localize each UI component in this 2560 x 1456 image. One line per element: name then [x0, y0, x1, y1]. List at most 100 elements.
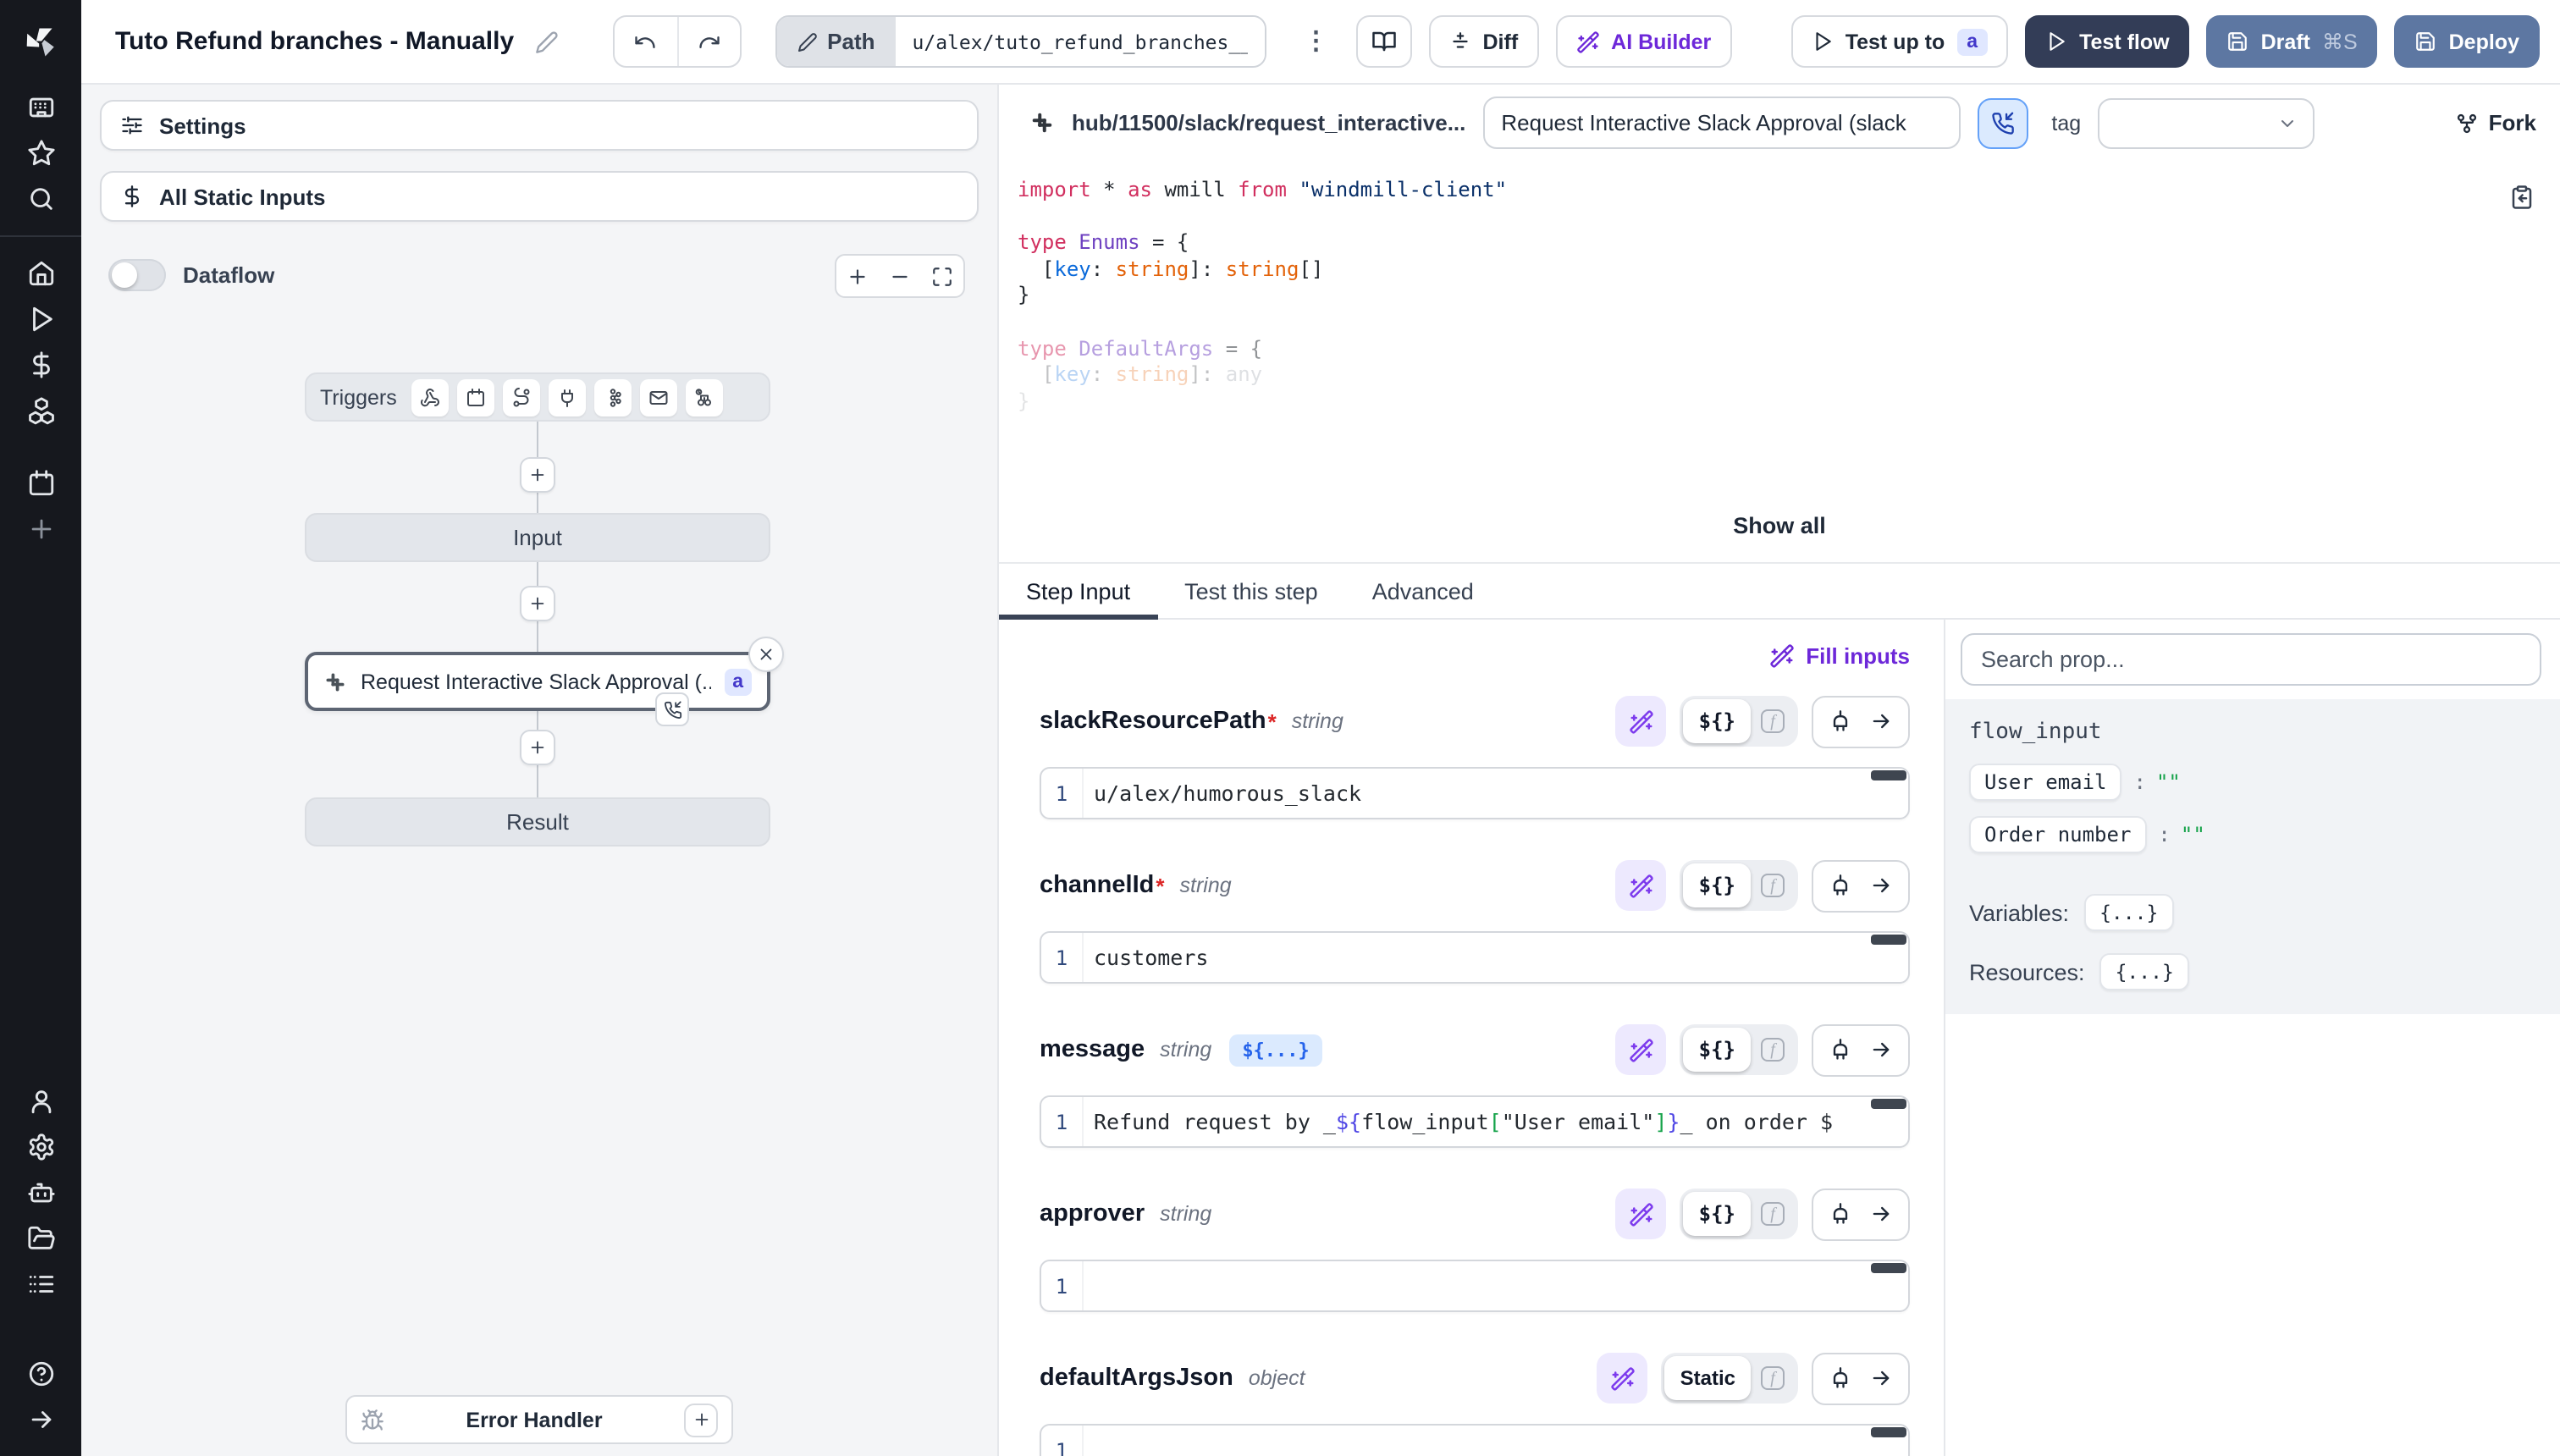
- step-code-preview[interactable]: import * as wmill from "windmill-client"…: [999, 161, 2560, 562]
- remove-step-button[interactable]: [748, 637, 784, 672]
- variables-dollar-icon[interactable]: [0, 342, 81, 388]
- editor-scrollbar-thumb[interactable]: [1871, 1099, 1906, 1109]
- windmill-logo-icon[interactable]: [0, 0, 81, 85]
- fork-button[interactable]: Fork: [2455, 110, 2536, 135]
- ai-fill-field-button[interactable]: [1616, 696, 1667, 747]
- favorites-star-icon[interactable]: [0, 130, 81, 176]
- resources-row[interactable]: Resources: {...}: [1969, 953, 2536, 990]
- variables-row[interactable]: Variables: {...}: [1969, 894, 2536, 931]
- workspace-icon[interactable]: [0, 85, 81, 130]
- suspend-approval-toggle-button[interactable]: [1977, 97, 2028, 148]
- field-value-editor[interactable]: 1Refund request by _${flow_input["User e…: [1040, 1095, 1910, 1148]
- editor-scrollbar-thumb[interactable]: [1871, 770, 1906, 780]
- prop-row-user-email[interactable]: User email:"": [1969, 764, 2536, 801]
- schedule-trigger-icon[interactable]: [458, 378, 495, 416]
- hub-script-path[interactable]: hub/11500/slack/request_interactive...: [1072, 110, 1465, 135]
- javascript-expr-mode-icon[interactable]: f: [1751, 1356, 1795, 1400]
- email-trigger-icon[interactable]: [641, 378, 678, 416]
- zoom-out-button[interactable]: [879, 256, 921, 296]
- add-step-after-button[interactable]: [520, 730, 555, 765]
- runs-play-icon[interactable]: [0, 296, 81, 342]
- tab-advanced[interactable]: Advanced: [1345, 564, 1501, 618]
- prop-row-order-number[interactable]: Order number:"": [1969, 816, 2536, 853]
- show-all-button[interactable]: Show all: [999, 513, 2560, 538]
- redo-button[interactable]: [676, 17, 739, 66]
- ai-builder-button[interactable]: AI Builder: [1555, 15, 1731, 68]
- field-value-editor[interactable]: 1u/alex/humorous_slack: [1040, 767, 1910, 819]
- field-value[interactable]: Refund request by _${flow_input["User em…: [1084, 1097, 1908, 1146]
- input-mode-active-chip[interactable]: ${}: [1684, 863, 1751, 907]
- suspend-approval-phone-icon[interactable]: [655, 692, 689, 726]
- help-question-icon[interactable]: [0, 1351, 81, 1397]
- field-value-editor[interactable]: 1customers: [1040, 931, 1910, 984]
- field-value-editor[interactable]: 1: [1040, 1260, 1910, 1312]
- input-mode-active-chip[interactable]: ${}: [1684, 699, 1751, 743]
- copy-code-icon[interactable]: [2509, 185, 2535, 210]
- prop-key-pill[interactable]: User email: [1969, 764, 2122, 801]
- tag-select[interactable]: [2098, 97, 2314, 148]
- schedules-calendar-icon[interactable]: [0, 461, 81, 506]
- folders-icon[interactable]: [0, 1216, 81, 1261]
- javascript-expr-mode-icon[interactable]: f: [1751, 1192, 1795, 1236]
- input-mode-active-chip[interactable]: ${}: [1684, 1192, 1751, 1236]
- all-static-inputs-button[interactable]: All Static Inputs: [100, 171, 979, 222]
- connect-input-buttons[interactable]: [1812, 1352, 1910, 1404]
- resources-boxes-icon[interactable]: [0, 388, 81, 433]
- ai-fill-field-button[interactable]: [1597, 1353, 1648, 1404]
- ai-bot-icon[interactable]: [0, 1170, 81, 1216]
- kafka-trigger-icon[interactable]: [595, 378, 632, 416]
- test-up-to-button[interactable]: Test up to a: [1791, 15, 2008, 68]
- docs-book-button[interactable]: [1356, 15, 1412, 68]
- draft-button[interactable]: Draft ⌘S: [2207, 15, 2378, 68]
- webhook-trigger-icon[interactable]: [412, 378, 450, 416]
- ai-fill-field-button[interactable]: [1616, 1024, 1667, 1075]
- add-step-above-input-button[interactable]: [520, 457, 555, 493]
- editor-scrollbar-thumb[interactable]: [1871, 935, 1906, 945]
- poll-trigger-icon[interactable]: [687, 378, 724, 416]
- prop-search-input[interactable]: [1961, 633, 2541, 686]
- connect-input-buttons[interactable]: [1812, 859, 1910, 912]
- triggers-bar[interactable]: Triggers: [305, 372, 770, 422]
- tab-test-this-step[interactable]: Test this step: [1157, 564, 1345, 618]
- search-icon[interactable]: [0, 176, 81, 222]
- undo-button[interactable]: [614, 17, 676, 66]
- javascript-expr-mode-icon[interactable]: f: [1751, 1028, 1795, 1072]
- fill-inputs-button[interactable]: Fill inputs: [1768, 643, 1910, 668]
- step-summary-input[interactable]: [1482, 97, 1960, 149]
- settings-gear-icon[interactable]: [0, 1124, 81, 1170]
- account-user-icon[interactable]: [0, 1078, 81, 1124]
- websocket-trigger-icon[interactable]: [549, 378, 587, 416]
- fit-view-button[interactable]: [921, 256, 963, 296]
- more-menu-kebab-icon[interactable]: ⋮: [1294, 33, 1339, 50]
- flow-input-root[interactable]: flow_input: [1969, 720, 2536, 745]
- selected-step-node[interactable]: Request Interactive Slack Approval (... …: [305, 652, 770, 711]
- flow-settings-button[interactable]: Settings: [100, 100, 979, 151]
- diff-button[interactable]: Diff: [1429, 15, 1539, 68]
- test-flow-button[interactable]: Test flow: [2025, 15, 2190, 68]
- path-input[interactable]: [896, 17, 1265, 66]
- result-node[interactable]: Result: [305, 797, 770, 847]
- connect-input-buttons[interactable]: [1812, 1188, 1910, 1240]
- http-route-trigger-icon[interactable]: [504, 378, 541, 416]
- javascript-expr-mode-icon[interactable]: f: [1751, 863, 1795, 907]
- editor-scrollbar-thumb[interactable]: [1871, 1427, 1906, 1437]
- prop-key-pill[interactable]: Order number: [1969, 816, 2146, 853]
- input-mode-active-chip[interactable]: ${}: [1684, 1028, 1751, 1072]
- audit-logs-list-icon[interactable]: [0, 1261, 81, 1307]
- add-step-before-button[interactable]: [520, 586, 555, 621]
- input-node[interactable]: Input: [305, 513, 770, 562]
- tab-step-input[interactable]: Step Input: [999, 564, 1157, 618]
- zoom-in-button[interactable]: [836, 256, 879, 296]
- add-error-handler-button[interactable]: [684, 1403, 718, 1437]
- field-value[interactable]: [1084, 1426, 1908, 1456]
- input-mode-active-chip[interactable]: Static: [1665, 1356, 1751, 1400]
- field-value[interactable]: customers: [1084, 933, 1908, 982]
- add-plus-icon[interactable]: [0, 506, 81, 552]
- dataflow-toggle[interactable]: [108, 259, 166, 291]
- home-icon[interactable]: [0, 251, 81, 296]
- edit-title-pencil-icon[interactable]: [534, 30, 558, 53]
- ai-fill-field-button[interactable]: [1616, 860, 1667, 911]
- editor-scrollbar-thumb[interactable]: [1871, 1263, 1906, 1273]
- field-value[interactable]: [1084, 1261, 1908, 1310]
- field-value[interactable]: u/alex/humorous_slack: [1084, 769, 1908, 818]
